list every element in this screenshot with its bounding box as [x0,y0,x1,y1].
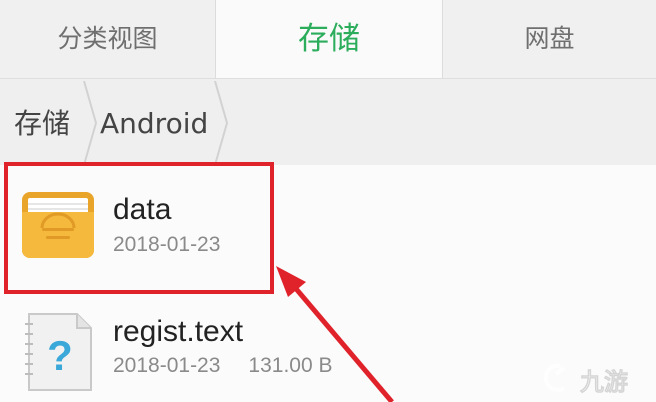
folder-icon [20,186,96,266]
file-date: 2018-01-23 [113,233,221,256]
breadcrumb-separator-icon [214,81,229,165]
file-name: data [113,193,172,226]
list-item[interactable]: data 2018-01-23 [0,165,656,295]
file-name: regist.text [113,315,244,348]
tab-storage[interactable]: 存储 [215,0,443,78]
tab-cloud-drive[interactable]: 网盘 [443,0,656,78]
file-size: 131.00 B [248,354,333,377]
file-date: 2018-01-23 [113,354,221,377]
tab-category-view[interactable]: 分类视图 [0,0,215,78]
breadcrumb: 存储 Android [0,79,656,165]
list-item[interactable]: ? regist.text 2018-01-23 131.00 B [0,295,656,402]
file-meta: 2018-01-23 131.00 B [113,354,333,378]
svg-text:?: ? [47,332,73,379]
breadcrumb-separator-icon [83,81,98,165]
breadcrumb-item-android[interactable]: Android [100,79,208,165]
file-meta: 2018-01-23 [113,233,220,257]
tab-bar: 分类视图 存储 网盘 [0,0,656,79]
file-list: data 2018-01-23 ? regist.text 2018-01-23… [0,165,656,402]
unknown-file-icon: ? [25,312,95,396]
breadcrumb-item-storage[interactable]: 存储 [14,79,70,165]
